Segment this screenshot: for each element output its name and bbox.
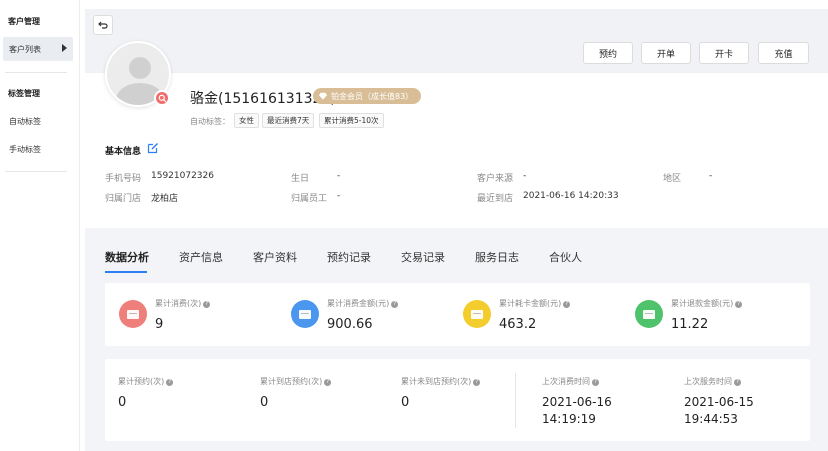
sidebar-divider — [5, 72, 67, 73]
help-icon[interactable]: ? — [592, 379, 599, 386]
stat-label: 累计预约(次)? — [118, 376, 174, 387]
sidebar-item-label: 客户列表 — [9, 44, 41, 54]
staff-label: 归属员工 — [291, 194, 328, 204]
stat-value: 11.22 — [671, 317, 709, 332]
stats-card-consumption: 累计消费(次)? 9 累计消费金额(元)? 900.66 累计耗卡金额(元)? … — [105, 283, 810, 346]
avatar-edit-button[interactable] — [154, 90, 170, 106]
tag-chip: 最近消费7天 — [262, 113, 315, 128]
stat-label: 上次消费时间? — [542, 376, 599, 387]
sidebar-item-auto-tags[interactable]: 自动标签 — [3, 109, 73, 133]
birthday-value: - — [337, 171, 341, 181]
active-tab-indicator — [105, 271, 147, 273]
help-icon[interactable]: ? — [735, 301, 743, 308]
help-icon[interactable]: ? — [203, 301, 211, 308]
stats-card-reservations: 累计预约(次)? 0 累计到店预约(次)? 0 累计未到店预约(次)? 0 上次… — [105, 359, 810, 441]
help-icon[interactable]: ? — [166, 379, 174, 386]
source-label: 客户来源 — [477, 174, 514, 184]
help-icon[interactable]: ? — [391, 301, 399, 308]
phone-label: 手机号码 — [105, 174, 142, 184]
tab-partners[interactable]: 合伙人 — [549, 249, 582, 265]
customer-profile-card: 预约 开单 开卡 充值 骆金(151616131320) 铂金会员（成长值83）… — [85, 9, 828, 228]
staff-value: - — [337, 191, 341, 201]
diamond-icon — [319, 92, 327, 100]
create-order-button[interactable]: 开单 — [641, 42, 691, 64]
reserve-button[interactable]: 预约 — [583, 42, 633, 64]
sidebar-item-customer-list[interactable]: 客户列表 — [3, 37, 73, 61]
basic-info-title: 基本信息 — [105, 147, 142, 157]
stat-label: 累计消费(次)? — [155, 298, 211, 309]
stat-label: 累计耗卡金额(元)? — [499, 298, 571, 309]
last-visit-label: 最近到店 — [477, 194, 514, 204]
store-label: 归属门店 — [105, 194, 142, 204]
tab-customer-profile[interactable]: 客户资料 — [253, 249, 297, 265]
phone-value: 15921072326 — [151, 171, 214, 181]
refund-amount-icon — [635, 300, 663, 328]
tab-data-analysis[interactable]: 数据分析 — [105, 249, 149, 265]
help-icon[interactable]: ? — [324, 379, 332, 386]
sidebar-group-customer: 客户管理 — [8, 17, 40, 26]
stat-value: 463.2 — [499, 317, 537, 332]
back-button[interactable] — [93, 15, 113, 35]
member-level-badge: 铂金会员（成长值83） — [313, 88, 422, 104]
stat-label: 累计到店预约(次)? — [260, 376, 332, 387]
card-usage-icon — [463, 300, 491, 328]
help-icon[interactable]: ? — [473, 379, 481, 386]
member-level-label: 铂金会员（成长值83） — [331, 91, 414, 101]
region-label: 地区 — [663, 174, 682, 184]
consumption-count-icon — [119, 300, 147, 328]
store-value: 龙柏店 — [151, 194, 179, 204]
tab-assets[interactable]: 资产信息 — [179, 249, 223, 265]
help-icon[interactable]: ? — [563, 301, 571, 308]
stat-value: 0 — [118, 395, 127, 410]
sidebar-divider — [5, 171, 67, 172]
open-card-button[interactable]: 开卡 — [699, 42, 749, 64]
stat-label: 累计消费金额(元)? — [327, 298, 399, 309]
stat-label: 累计退款金额(元)? — [671, 298, 743, 309]
stat-value: 900.66 — [327, 317, 373, 332]
stat-value: 0 — [260, 395, 269, 410]
stat-value: 0 — [401, 395, 410, 410]
stat-value: 9 — [155, 317, 164, 332]
stat-label: 上次服务时间? — [684, 376, 741, 387]
stat-value: 2021-06-16 14:19:19 — [542, 395, 612, 426]
birthday-label: 生日 — [291, 174, 310, 184]
help-icon[interactable]: ? — [734, 379, 741, 386]
last-visit-value: 2021-06-16 14:20:33 — [523, 191, 619, 201]
source-value: - — [523, 171, 527, 181]
stat-value: 2021-06-15 19:44:53 — [684, 395, 754, 426]
caret-right-icon — [62, 44, 67, 52]
tag-chip: 女性 — [234, 113, 259, 128]
main-content: 预约 开单 开卡 充值 骆金(151616131320) 铂金会员（成长值83）… — [85, 9, 828, 451]
tab-service-log[interactable]: 服务日志 — [475, 249, 519, 265]
sidebar-item-label: 自动标签 — [9, 116, 41, 126]
return-icon — [98, 21, 108, 29]
sidebar-group-tags: 标签管理 — [8, 89, 40, 98]
recharge-button[interactable]: 充值 — [758, 42, 809, 64]
sidebar-item-manual-tags[interactable]: 手动标签 — [3, 137, 73, 161]
sidebar: 客户管理 客户列表 标签管理 自动标签 手动标签 — [0, 0, 80, 451]
search-icon — [158, 94, 166, 102]
region-value: - — [709, 171, 713, 181]
edit-icon[interactable] — [147, 142, 159, 154]
divider — [515, 373, 516, 428]
tag-chip: 累计消费5-10次 — [319, 113, 384, 128]
tab-reservations[interactable]: 预约记录 — [327, 249, 371, 265]
tab-transactions[interactable]: 交易记录 — [401, 249, 445, 265]
consumption-amount-icon — [291, 300, 319, 328]
sidebar-item-label: 手动标签 — [9, 144, 41, 154]
auto-tags-label: 自动标签： — [190, 117, 230, 126]
stat-label: 累计未到店预约(次)? — [401, 376, 481, 387]
